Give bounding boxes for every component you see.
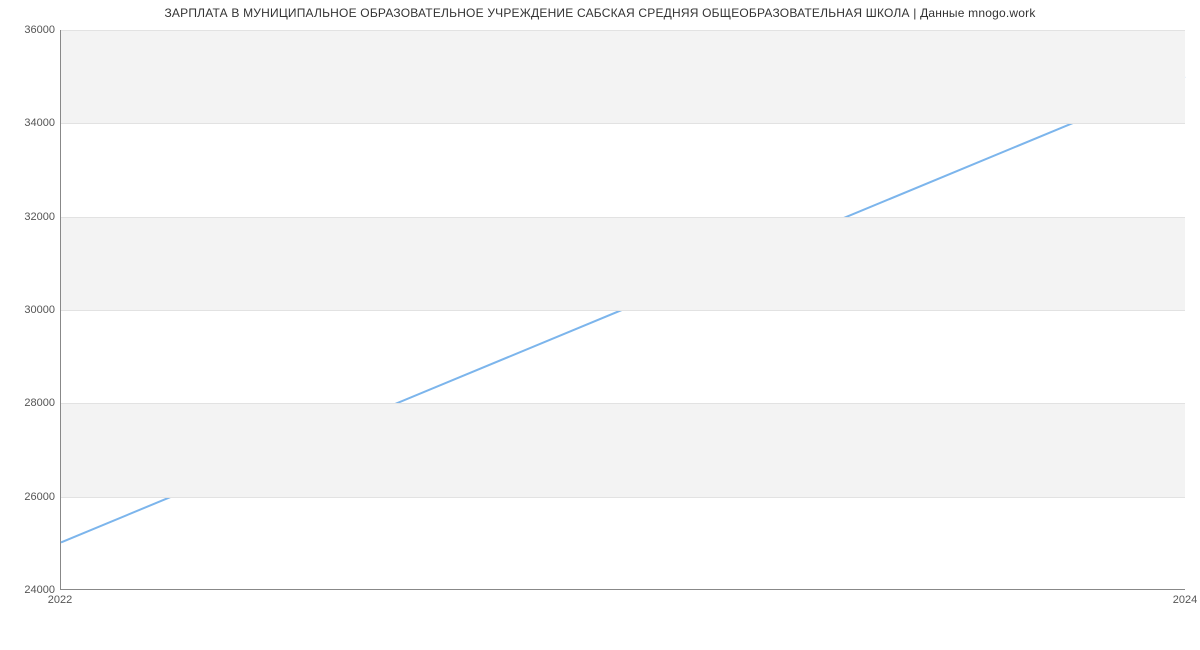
chart-container: ЗАРПЛАТА В МУНИЦИПАЛЬНОЕ ОБРАЗОВАТЕЛЬНОЕ… bbox=[0, 0, 1200, 650]
grid-line bbox=[61, 123, 1185, 124]
x-tick-label: 2024 bbox=[1173, 594, 1197, 606]
y-tick-label: 32000 bbox=[5, 211, 55, 223]
plot-band bbox=[61, 30, 1185, 123]
plot-band bbox=[61, 217, 1185, 310]
plot-area bbox=[60, 30, 1185, 590]
chart-title: ЗАРПЛАТА В МУНИЦИПАЛЬНОЕ ОБРАЗОВАТЕЛЬНОЕ… bbox=[0, 6, 1200, 20]
grid-line bbox=[61, 30, 1185, 31]
grid-line bbox=[61, 217, 1185, 218]
y-tick-label: 34000 bbox=[5, 117, 55, 129]
y-tick-label: 28000 bbox=[5, 397, 55, 409]
y-tick-label: 36000 bbox=[5, 24, 55, 36]
grid-line bbox=[61, 497, 1185, 498]
x-tick-label: 2022 bbox=[48, 594, 72, 606]
plot-band bbox=[61, 403, 1185, 496]
grid-line bbox=[61, 403, 1185, 404]
y-tick-label: 30000 bbox=[5, 304, 55, 316]
y-tick-label: 26000 bbox=[5, 491, 55, 503]
grid-line bbox=[61, 310, 1185, 311]
